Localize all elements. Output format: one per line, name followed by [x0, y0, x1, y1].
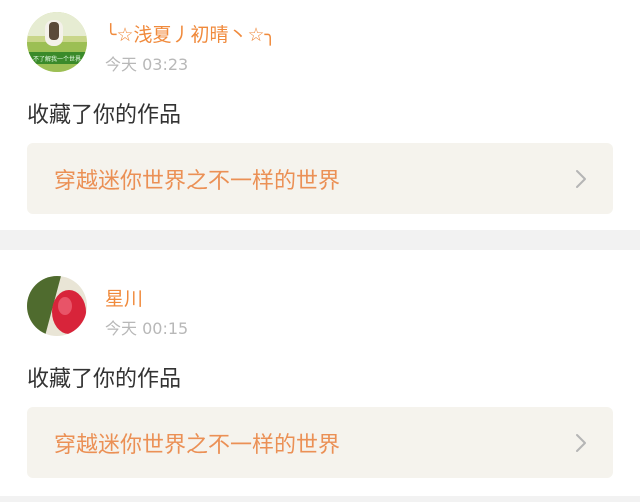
- username[interactable]: ╰☆浅夏丿初晴丶☆╮: [105, 20, 276, 47]
- timestamp: 今天 03:23: [105, 55, 189, 74]
- avatar[interactable]: [27, 276, 87, 336]
- timestamp: 今天 00:15: [105, 319, 189, 338]
- chevron-right-icon: [575, 433, 587, 453]
- avatar-caption: 不了解我一个世界: [33, 55, 81, 63]
- chevron-right-icon: [575, 169, 587, 189]
- notification-card: 星川 今天 00:15 收藏了你的作品 穿越迷你世界之不一样的世界: [0, 250, 640, 496]
- work-title: 穿越迷你世界之不一样的世界: [54, 433, 341, 458]
- work-link[interactable]: 穿越迷你世界之不一样的世界: [27, 143, 613, 214]
- notification-card: 不了解我一个世界 ╰☆浅夏丿初晴丶☆╮ 今天 03:23 收藏了你的作品 穿越迷…: [0, 0, 640, 230]
- username[interactable]: 星川: [105, 284, 143, 311]
- avatar[interactable]: 不了解我一个世界: [27, 12, 87, 72]
- work-link[interactable]: 穿越迷你世界之不一样的世界: [27, 407, 613, 478]
- action-text: 收藏了你的作品: [27, 103, 182, 128]
- work-title: 穿越迷你世界之不一样的世界: [54, 169, 341, 194]
- avatar-image: 不了解我一个世界: [27, 12, 87, 72]
- avatar-image: [27, 276, 87, 336]
- action-text: 收藏了你的作品: [27, 367, 182, 392]
